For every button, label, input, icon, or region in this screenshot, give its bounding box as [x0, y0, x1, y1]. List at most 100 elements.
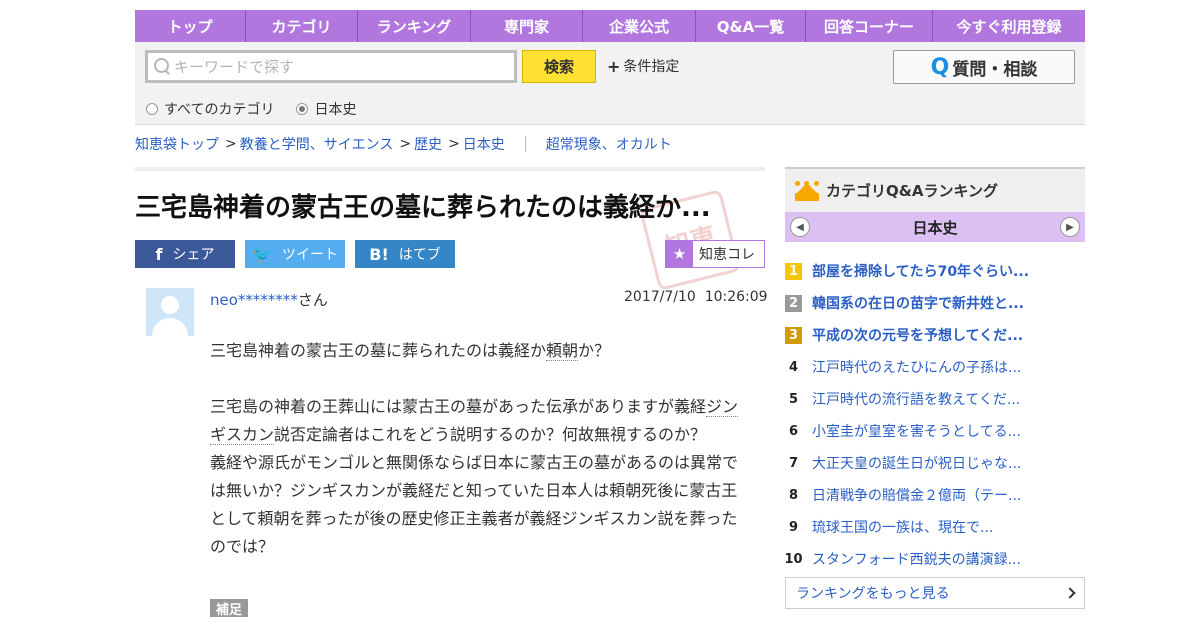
nav-register[interactable]: 今すぐ利用登録	[933, 10, 1085, 42]
hatena-b-icon: B!	[369, 244, 389, 264]
search-bar: 検索 + 条件指定 Q 質問・相談 すべてのカテゴリ 日本史	[135, 42, 1085, 125]
hatena-share-label: はてブ	[398, 247, 441, 263]
breadcrumb-separator: >	[399, 136, 412, 152]
chiekore-label: 知恵コレ	[699, 247, 755, 263]
question-paragraph: 三宅島の神着の王葬山には蒙古王の墓があった伝承がありますが義経ジンギスカン説否定…	[210, 393, 750, 449]
search-icon	[154, 58, 171, 75]
scope-current-label: 日本史	[314, 102, 357, 118]
question-body: 三宅島神着の蒙古王の墓に葬られたのは義経か頼朝か？ 三宅島の神着の王葬山には蒙古…	[210, 337, 750, 561]
scope-all-label: すべてのカテゴリ	[164, 102, 275, 118]
radio-off-icon	[146, 103, 158, 115]
search-input[interactable]	[174, 57, 494, 76]
rank-number: 3	[785, 326, 802, 344]
condition-link[interactable]: + 条件指定	[607, 56, 679, 76]
ranking-item[interactable]: 8 日清戦争の賠償金２億両（テー...	[785, 479, 1085, 511]
ranking-item-title[interactable]: 江戸時代のえたひにんの子孫は...	[812, 357, 1021, 377]
breadcrumb-top[interactable]: 知恵袋トップ	[135, 134, 219, 154]
question-paragraph: 義経や源氏がモンゴルと無関係ならば日本に蒙古王の墓があるのは異常では無いか？ジン…	[210, 453, 739, 556]
ranking-item[interactable]: 3 平成の次の元号を予想してくだ...	[785, 319, 1085, 351]
question-time: 10:26:09	[704, 289, 768, 305]
ranking-item[interactable]: 2 韓国系の在日の苗字で新井姓と...	[785, 287, 1085, 319]
ranking-item[interactable]: 10 スタンフォード西鋭夫の講演録...	[784, 543, 1085, 575]
ask-question-button[interactable]: Q 質問・相談	[893, 50, 1075, 84]
more-ranking-link[interactable]: ランキングをもっと見る	[785, 577, 1085, 609]
more-ranking-label: ランキングをもっと見る	[796, 586, 950, 602]
breadcrumb-culture[interactable]: 教養と学問、サイエンス	[240, 134, 394, 154]
ranking-item[interactable]: 9 琉球王国の一族は、現在で...	[785, 511, 1085, 543]
scope-all-radio[interactable]: すべてのカテゴリ	[146, 99, 274, 119]
keyword-link[interactable]: 頼朝	[546, 341, 579, 361]
user-avatar[interactable]	[146, 288, 194, 336]
ranking-item[interactable]: 6 小室圭が皇室を害そうとしてる...	[785, 415, 1085, 447]
question-text: 三宅島の神着の王葬山には蒙古王の墓があった伝承がありますが義経	[210, 397, 707, 416]
breadcrumb-japanese-history[interactable]: 日本史	[463, 134, 505, 154]
nav-ranking[interactable]: ランキング	[358, 10, 471, 42]
author-suffix: さん	[297, 291, 328, 309]
ranking-heading: カテゴリQ&Aランキング	[826, 182, 998, 200]
nav-answer-corner[interactable]: 回答コーナー	[806, 10, 933, 42]
ranking-item-title[interactable]: 韓国系の在日の苗字で新井姓と...	[812, 293, 1024, 313]
next-category-arrow-icon[interactable]: ▶	[1059, 217, 1080, 237]
rank-number: 9	[788, 519, 799, 535]
nav-experts[interactable]: 専門家	[471, 10, 583, 42]
twitter-share-button[interactable]: 🐦 ツイート	[245, 240, 345, 268]
breadcrumb-history[interactable]: 歴史	[414, 134, 442, 154]
related-category-link[interactable]: 超常現象、オカルト	[546, 134, 672, 154]
question-title: 三宅島神着の蒙古王の墓に葬られたのは義経か...	[135, 193, 711, 223]
avatar-body-shape	[152, 318, 188, 336]
chiekore-button[interactable]: ★ 知恵コレ	[665, 240, 765, 268]
rank-number: 4	[788, 359, 799, 375]
category-ranking: カテゴリQ&Aランキング ◀ 日本史 ▶ 1 部屋を掃除してたら70年ぐらい...…	[784, 167, 1085, 609]
rank-number: 5	[788, 391, 799, 407]
author-name-link[interactable]: neo********	[210, 291, 298, 309]
twitter-share-label: ツイート	[281, 247, 338, 263]
ranking-item[interactable]: 1 部屋を掃除してたら70年ぐらい...	[785, 255, 1085, 287]
global-nav: トップ カテゴリ ランキング 専門家 企業公式 Q&A一覧 回答コーナー 今すぐ…	[135, 10, 1085, 42]
ranking-item-title[interactable]: 大正天皇の誕生日が祝日じゃな...	[812, 453, 1021, 473]
question-text: 三宅島神着の蒙古王の墓に葬られたのは義経か	[210, 341, 547, 360]
facebook-share-button[interactable]: f シェア	[135, 240, 235, 268]
condition-label: 条件指定	[623, 59, 680, 75]
ranking-item[interactable]: 4 江戸時代のえたひにんの子孫は...	[785, 351, 1085, 383]
ranking-item[interactable]: 7 大正天皇の誕生日が祝日じゃな...	[785, 447, 1085, 479]
ranking-item-title[interactable]: 部屋を掃除してたら70年ぐらい...	[812, 261, 1029, 281]
ranking-item-title[interactable]: 琉球王国の一族は、現在で...	[812, 517, 993, 537]
ranking-item[interactable]: 5 江戸時代の流行語を教えてくだ...	[785, 383, 1085, 415]
hatena-bookmark-button[interactable]: B! はてブ	[355, 240, 455, 268]
question-line: 三宅島神着の蒙古王の墓に葬られたのは義経か頼朝か？	[210, 337, 750, 365]
question-timestamp: 2017/7/10 10:26:09	[624, 289, 768, 305]
ranking-item-title[interactable]: スタンフォード西鋭夫の講演録...	[812, 549, 1021, 569]
rank-number: 7	[788, 455, 799, 471]
ranking-category: 日本史	[912, 218, 958, 237]
search-button[interactable]: 検索	[522, 50, 596, 83]
nav-top[interactable]: トップ	[135, 10, 246, 42]
rank-number: 8	[788, 487, 799, 503]
chevron-right-icon	[1064, 587, 1076, 599]
ranking-item-title[interactable]: 日清戦争の賠償金２億両（テー...	[812, 485, 1021, 505]
search-scope: すべてのカテゴリ 日本史	[146, 99, 378, 119]
nav-qa-list[interactable]: Q&A一覧	[696, 10, 806, 42]
ranking-item-title[interactable]: 江戸時代の流行語を教えてくだ...	[812, 389, 1020, 409]
nav-category[interactable]: カテゴリ	[246, 10, 358, 42]
previous-category-arrow-icon[interactable]: ◀	[790, 217, 810, 237]
question-text: か？	[578, 341, 611, 360]
content-divider	[135, 167, 765, 171]
ranking-item-title[interactable]: 平成の次の元号を予想してくだ...	[812, 325, 1023, 345]
search-field[interactable]	[145, 50, 517, 83]
radio-on-icon	[296, 103, 309, 115]
ranking-header: カテゴリQ&Aランキング	[785, 167, 1085, 212]
twitter-bird-icon: 🐦	[252, 244, 272, 264]
question-q-icon: Q	[930, 54, 950, 80]
rank-number: 6	[788, 423, 799, 439]
avatar-head-shape	[161, 296, 179, 314]
ranking-item-title[interactable]: 小室圭が皇室を害そうとしてる...	[812, 421, 1021, 441]
breadcrumb-separator: >	[225, 136, 237, 152]
ask-question-label: 質問・相談	[952, 59, 1038, 80]
nav-official[interactable]: 企業公式	[583, 10, 696, 42]
rank-number: 1	[785, 262, 802, 280]
breadcrumb-divider	[524, 136, 526, 152]
rank-number: 10	[784, 551, 803, 567]
scope-current-radio[interactable]: 日本史	[296, 99, 356, 119]
question-text: 説否定論者はこれをどう説明するのか？何故無視するのか？	[274, 425, 707, 444]
breadcrumb-separator: >	[448, 136, 460, 152]
